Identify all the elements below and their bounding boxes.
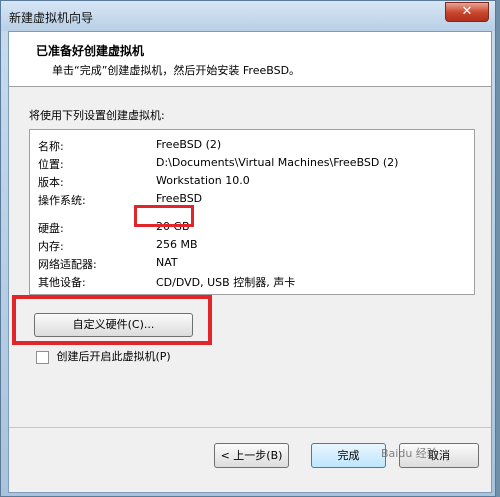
back-button[interactable]: < 上一步(B) [214, 443, 289, 468]
setting-value: NAT [156, 256, 178, 269]
settings-summary-box: 名称: FreeBSD (2) 位置: D:\Documents\Virtual… [29, 129, 475, 295]
setting-row-os: 操作系统: FreeBSD [38, 190, 468, 208]
setting-row-network: 网络适配器: NAT [38, 254, 468, 272]
settings-intro: 将使用下列设置创建虚拟机: [29, 109, 165, 122]
setting-row-name: 名称: FreeBSD (2) [38, 136, 468, 154]
footer-divider [9, 427, 491, 428]
setting-key: 其他设备: [38, 276, 86, 289]
memory-highlight-box [134, 205, 194, 227]
setting-key: 网络适配器: [38, 258, 97, 271]
power-on-checkbox[interactable] [36, 350, 49, 364]
setting-key: 操作系统: [38, 194, 86, 207]
header-title: 已准备好创建虚拟机 [36, 44, 145, 58]
setting-value: CD/DVD, USB 控制器, 声卡 [156, 276, 296, 289]
setting-row-memory: 内存: 256 MB [38, 236, 468, 254]
setting-key: 名称: [38, 140, 64, 153]
header-subtitle: 单击“完成”创建虚拟机，然后开始安装 FreeBSD。 [52, 64, 301, 77]
setting-key: 硬盘: [38, 222, 64, 235]
setting-key: 内存: [38, 240, 64, 253]
setting-value: FreeBSD (2) [156, 138, 222, 151]
watermark: Baidu 经验 [381, 447, 438, 460]
setting-value: D:\Documents\Virtual Machines\FreeBSD (2… [156, 156, 399, 169]
close-button[interactable]: ✕ [445, 2, 489, 22]
setting-value: Workstation 10.0 [156, 174, 250, 187]
power-on-checkbox-row[interactable]: 创建后开启此虚拟机(P) [36, 348, 171, 364]
setting-value: FreeBSD [156, 192, 203, 205]
finish-button[interactable]: 完成 [311, 443, 386, 468]
power-on-checkbox-label[interactable]: 创建后开启此虚拟机(P) [57, 350, 171, 363]
wizard-client-area: 已准备好创建虚拟机 单击“完成”创建虚拟机，然后开始安装 FreeBSD。 将使… [8, 31, 492, 493]
window-title: 新建虚拟机向导 [9, 11, 94, 25]
title-bar: 新建虚拟机向导 ✕ [1, 1, 495, 31]
setting-row-disk: 硬盘: 20 GB [38, 218, 468, 236]
setting-row-location: 位置: D:\Documents\Virtual Machines\FreeBS… [38, 154, 468, 172]
setting-key: 版本: [38, 176, 64, 189]
setting-row-version: 版本: Workstation 10.0 [38, 172, 468, 190]
setting-row-other-devices: 其他设备: CD/DVD, USB 控制器, 声卡 [38, 272, 468, 290]
setting-value: 256 MB [156, 238, 198, 251]
setting-key: 位置: [38, 158, 64, 171]
wizard-window: 新建虚拟机向导 ✕ 已准备好创建虚拟机 单击“完成”创建虚拟机，然后开始安装 F… [0, 0, 496, 497]
customize-highlight-box [12, 295, 212, 345]
wizard-header: 已准备好创建虚拟机 单击“完成”创建虚拟机，然后开始安装 FreeBSD。 [9, 32, 491, 87]
